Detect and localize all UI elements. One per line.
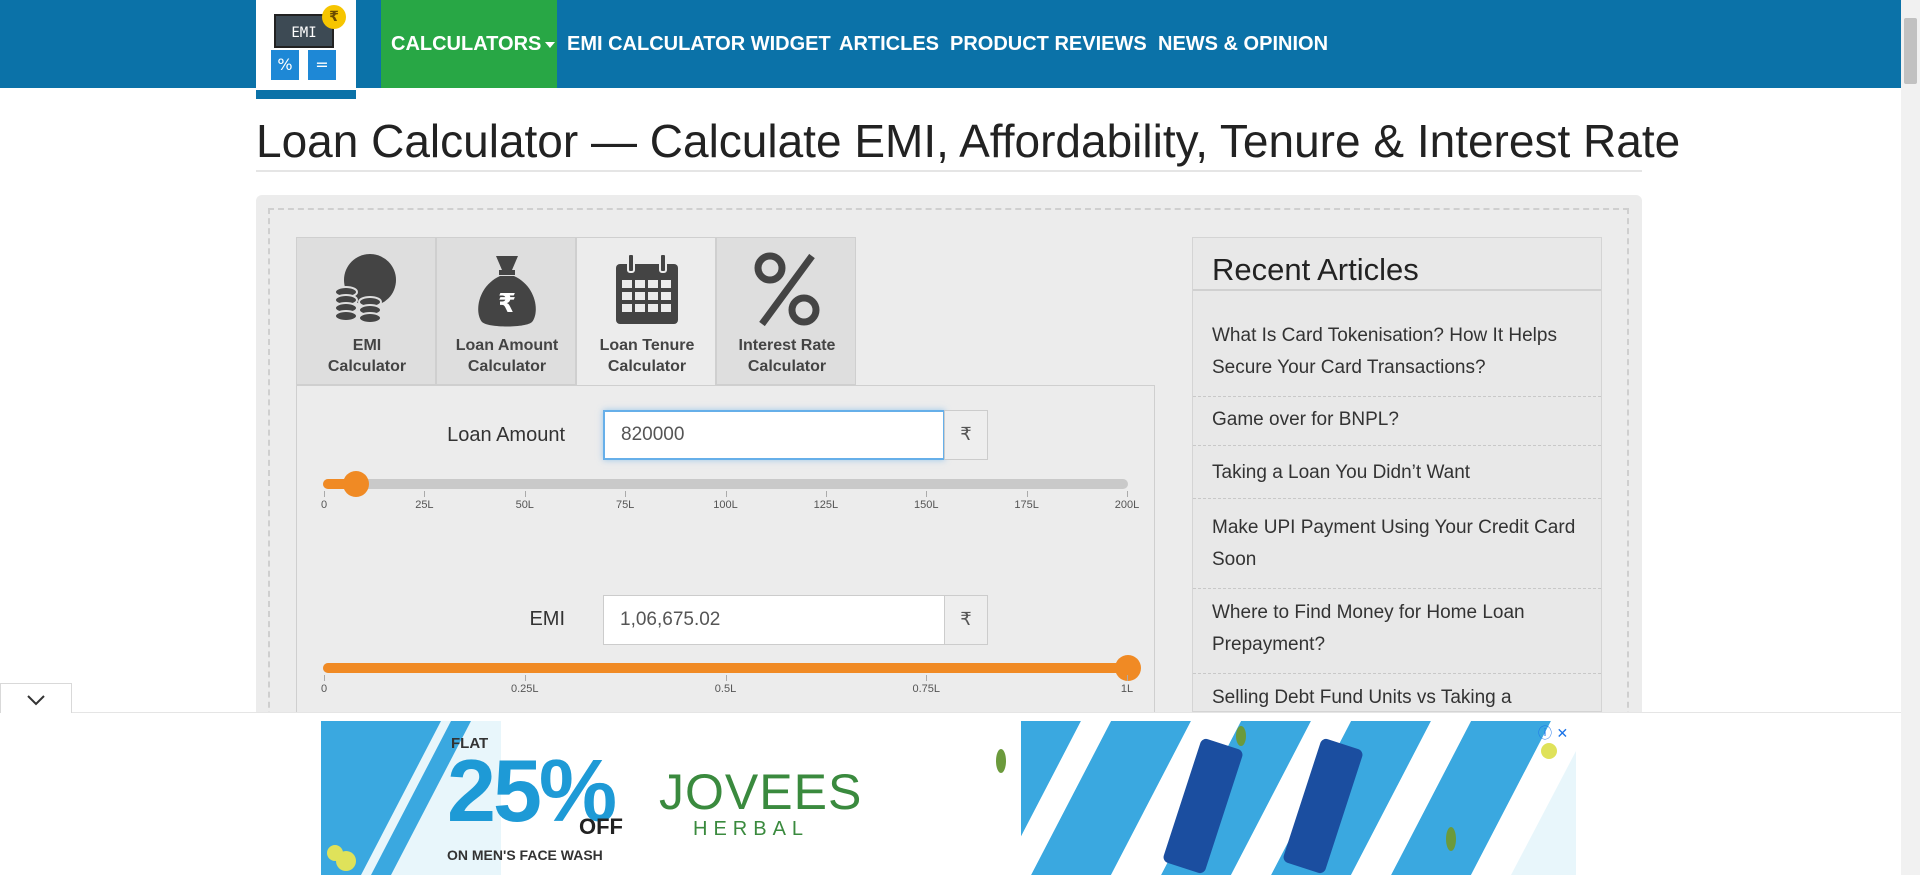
tab-emi-calculator[interactable]: EMI Calculator (296, 237, 436, 385)
logo-rupee-badge: ₹ (322, 5, 346, 29)
slider-tick-label: 175L (1014, 499, 1039, 511)
nav-calculators-label: CALCULATORS (391, 33, 542, 55)
loan-amount-slider-handle[interactable] (343, 471, 369, 497)
slider-tick (524, 491, 526, 497)
tab-interest-rate-calculator[interactable]: Interest Rate Calculator (716, 237, 856, 385)
collapse-ad-button[interactable] (0, 683, 72, 713)
ad-info-icon[interactable]: ⓘ (1538, 726, 1552, 742)
tab-loan-tenure-calculator[interactable]: Loan Tenure Calculator (576, 237, 716, 386)
nav-calculators[interactable]: CALCULATORS (381, 0, 557, 88)
caret-down-icon (545, 41, 556, 48)
slider-tick (424, 491, 426, 497)
emi-label: EMI (529, 608, 565, 630)
slider-tick-label: 0 (320, 499, 328, 511)
slider-tick-label: 0.75L (912, 683, 941, 695)
slider-tick-label: 125L (813, 499, 839, 511)
nav-news-opinion[interactable]: NEWS & OPINION (1158, 0, 1328, 88)
svg-text:₹: ₹ (498, 289, 516, 319)
coins-icon (334, 254, 396, 324)
emi-input[interactable]: 1,06,675.02 (603, 595, 945, 645)
slider-tick (625, 491, 627, 497)
scrollbar-thumb[interactable] (1904, 18, 1917, 84)
article-link[interactable]: What Is Card Tokenisation? How It Helps … (1193, 320, 1601, 397)
slider-tick-label: 75L (615, 499, 635, 511)
article-link[interactable]: Game over for BNPL? (1193, 404, 1601, 446)
slider-tick (1026, 491, 1028, 497)
slider-tick (725, 491, 727, 497)
article-link[interactable]: Taking a Loan You Didn’t Want (1193, 457, 1601, 499)
slider-tick-label: 50L (515, 499, 534, 511)
tab-loan-amount-line2: Calculator (467, 358, 547, 375)
loan-amount-label: Loan Amount (447, 424, 565, 446)
article-link[interactable]: Where to Find Money for Home Loan Prepay… (1193, 597, 1601, 674)
ad-off-text: OFF (579, 814, 623, 839)
ad-brand-sub: HERBAL (693, 818, 810, 840)
logo-percent-key: % (271, 50, 299, 80)
slider-tick (926, 491, 928, 497)
loan-amount-input[interactable]: 820000 (603, 410, 945, 460)
percent-icon (754, 252, 820, 327)
slider-tick-label: 100L (713, 499, 738, 511)
calendar-icon (616, 253, 678, 324)
nav-emi-calculator-widget[interactable]: EMI CALCULATOR WIDGET (567, 0, 831, 88)
chevron-down-icon (27, 695, 45, 706)
slider-tick-label: 0.25L (510, 683, 539, 695)
slider-tick-label: 0 (320, 683, 328, 695)
advertisement[interactable]: FLAT 25% OFF ON MEN'S FACE WASH JOVEES H… (321, 721, 1576, 875)
slider-tick-label: 200L (1114, 499, 1140, 511)
tab-interest-rate-line1: Interest Rate (738, 337, 836, 354)
slider-tick-label: 25L (415, 499, 434, 511)
tab-loan-amount-line1: Loan Amount (455, 337, 559, 354)
slider-tick-label: 150L (914, 499, 939, 511)
page-scrollbar[interactable] (1901, 0, 1920, 875)
emi-slider-handle[interactable] (1115, 655, 1141, 681)
money-bag-icon: ₹ (478, 256, 536, 327)
emi-slider-fill (323, 663, 1128, 673)
emi-unit: ₹ (944, 595, 988, 645)
tab-emi-line2: Calculator (327, 358, 407, 375)
ad-product-line: ON MEN'S FACE WASH (447, 847, 603, 863)
slider-tick-label: 0.5L (714, 683, 737, 695)
ad-close-icon[interactable]: ✕ (1556, 726, 1568, 742)
article-link[interactable]: Selling Debt Fund Units vs Taking a (1193, 682, 1601, 714)
slider-tick (324, 491, 325, 497)
tab-loan-tenure-line2: Calculator (607, 358, 687, 375)
ad-controls[interactable]: ⓘ ✕ (1538, 723, 1568, 743)
slider-tick (725, 675, 727, 681)
slider-tick (324, 675, 325, 681)
slider-tick-label: 1L (1120, 683, 1134, 695)
tab-emi-line1: EMI (352, 337, 382, 354)
nav-articles[interactable]: ARTICLES (839, 0, 939, 88)
article-link[interactable]: Make UPI Payment Using Your Credit Card … (1193, 512, 1601, 589)
slider-tick (825, 491, 827, 497)
slider-tick (1127, 675, 1128, 681)
ad-brand: JOVEES (659, 764, 863, 820)
tab-loan-amount-calculator[interactable]: ₹ Loan Amount Calculator (436, 237, 576, 385)
nav-product-reviews[interactable]: PRODUCT REVIEWS (950, 0, 1147, 88)
tab-loan-tenure-line1: Loan Tenure (599, 337, 695, 354)
loan-amount-slider[interactable] (323, 479, 1128, 489)
slider-tick (1127, 491, 1128, 497)
slider-tick (926, 675, 928, 681)
recent-articles-divider (1193, 289, 1601, 291)
recent-articles-title: Recent Articles (1212, 252, 1419, 287)
loan-amount-unit: ₹ (944, 410, 988, 460)
logo-equals-key: = (308, 50, 336, 80)
tab-interest-rate-line2: Calculator (747, 358, 827, 375)
page-title: Loan Calculator — Calculate EMI, Afforda… (256, 114, 1680, 172)
slider-tick (524, 675, 526, 681)
